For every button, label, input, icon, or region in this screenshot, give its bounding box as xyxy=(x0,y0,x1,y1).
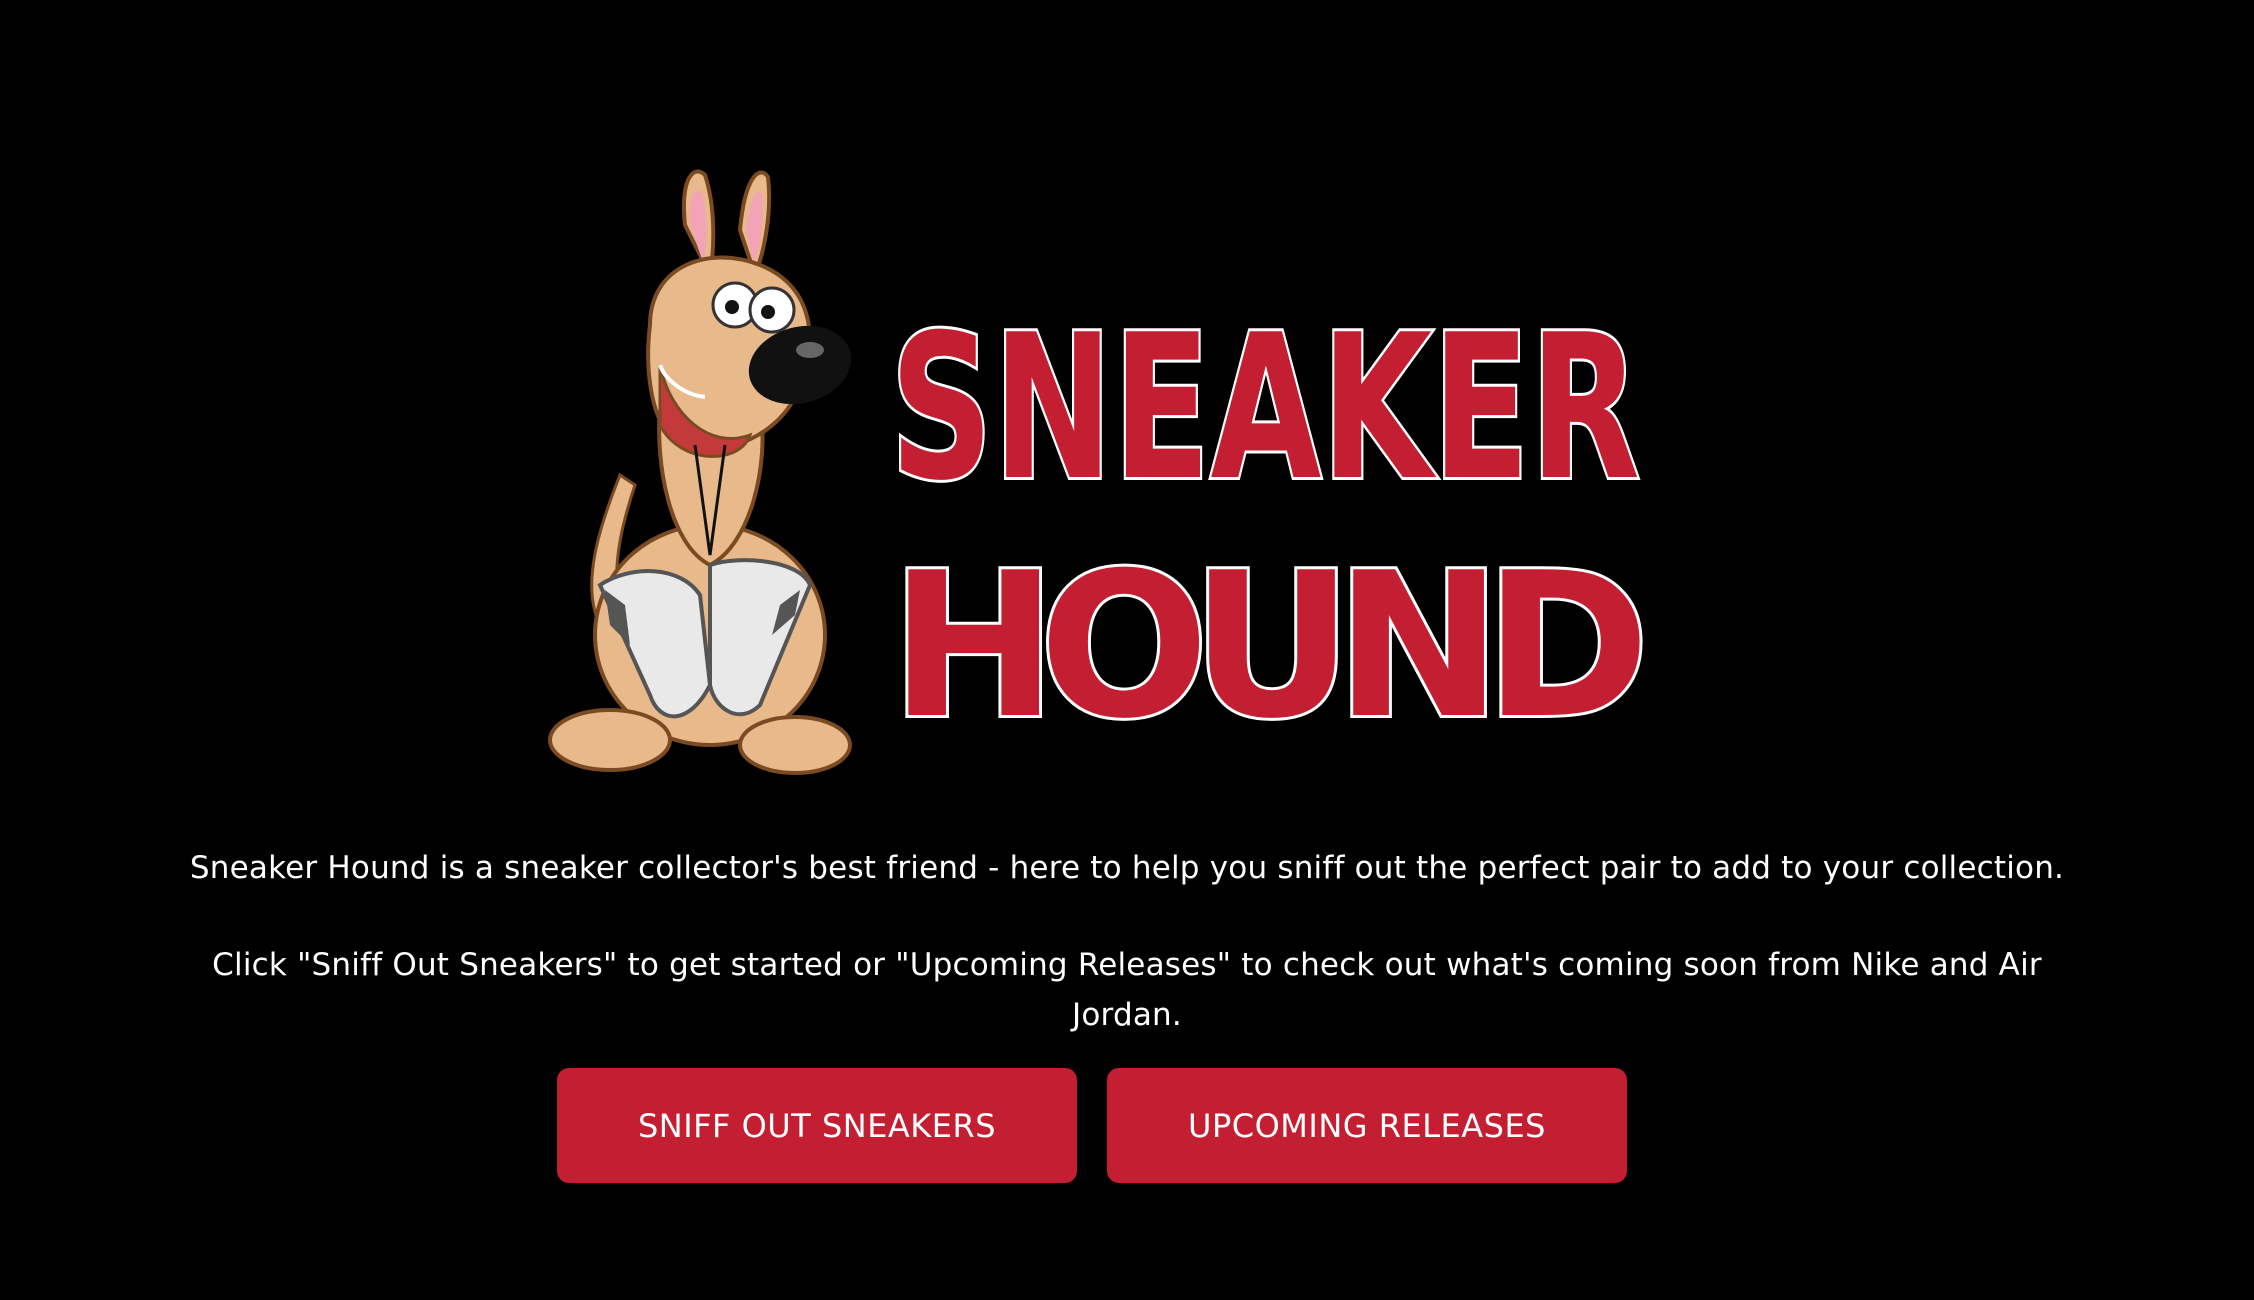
landing-page: SNEAKER HOUND Sneaker Hound is a sneaker… xyxy=(0,0,2254,1300)
intro-text: Sneaker Hound is a sneaker collector's b… xyxy=(189,850,2065,886)
upcoming-releases-button[interactable]: UPCOMING RELEASES xyxy=(1107,1068,1627,1183)
instructions-text: Click "Sniff Out Sneakers" to get starte… xyxy=(150,940,2104,1040)
sneaker-hound-logo: SNEAKER HOUND xyxy=(510,165,1670,805)
logo-line-sneaker: SNEAKER xyxy=(890,292,1640,525)
sniff-out-sneakers-button[interactable]: SNIFF OUT SNEAKERS xyxy=(557,1068,1077,1183)
instructions-line-1: Click "Sniff Out Sneakers" to get starte… xyxy=(212,947,2042,983)
logo-line-hound: HOUND xyxy=(890,530,1650,763)
instructions-line-2: Jordan. xyxy=(1072,997,1182,1033)
dog-with-sneakers-icon xyxy=(548,169,852,775)
